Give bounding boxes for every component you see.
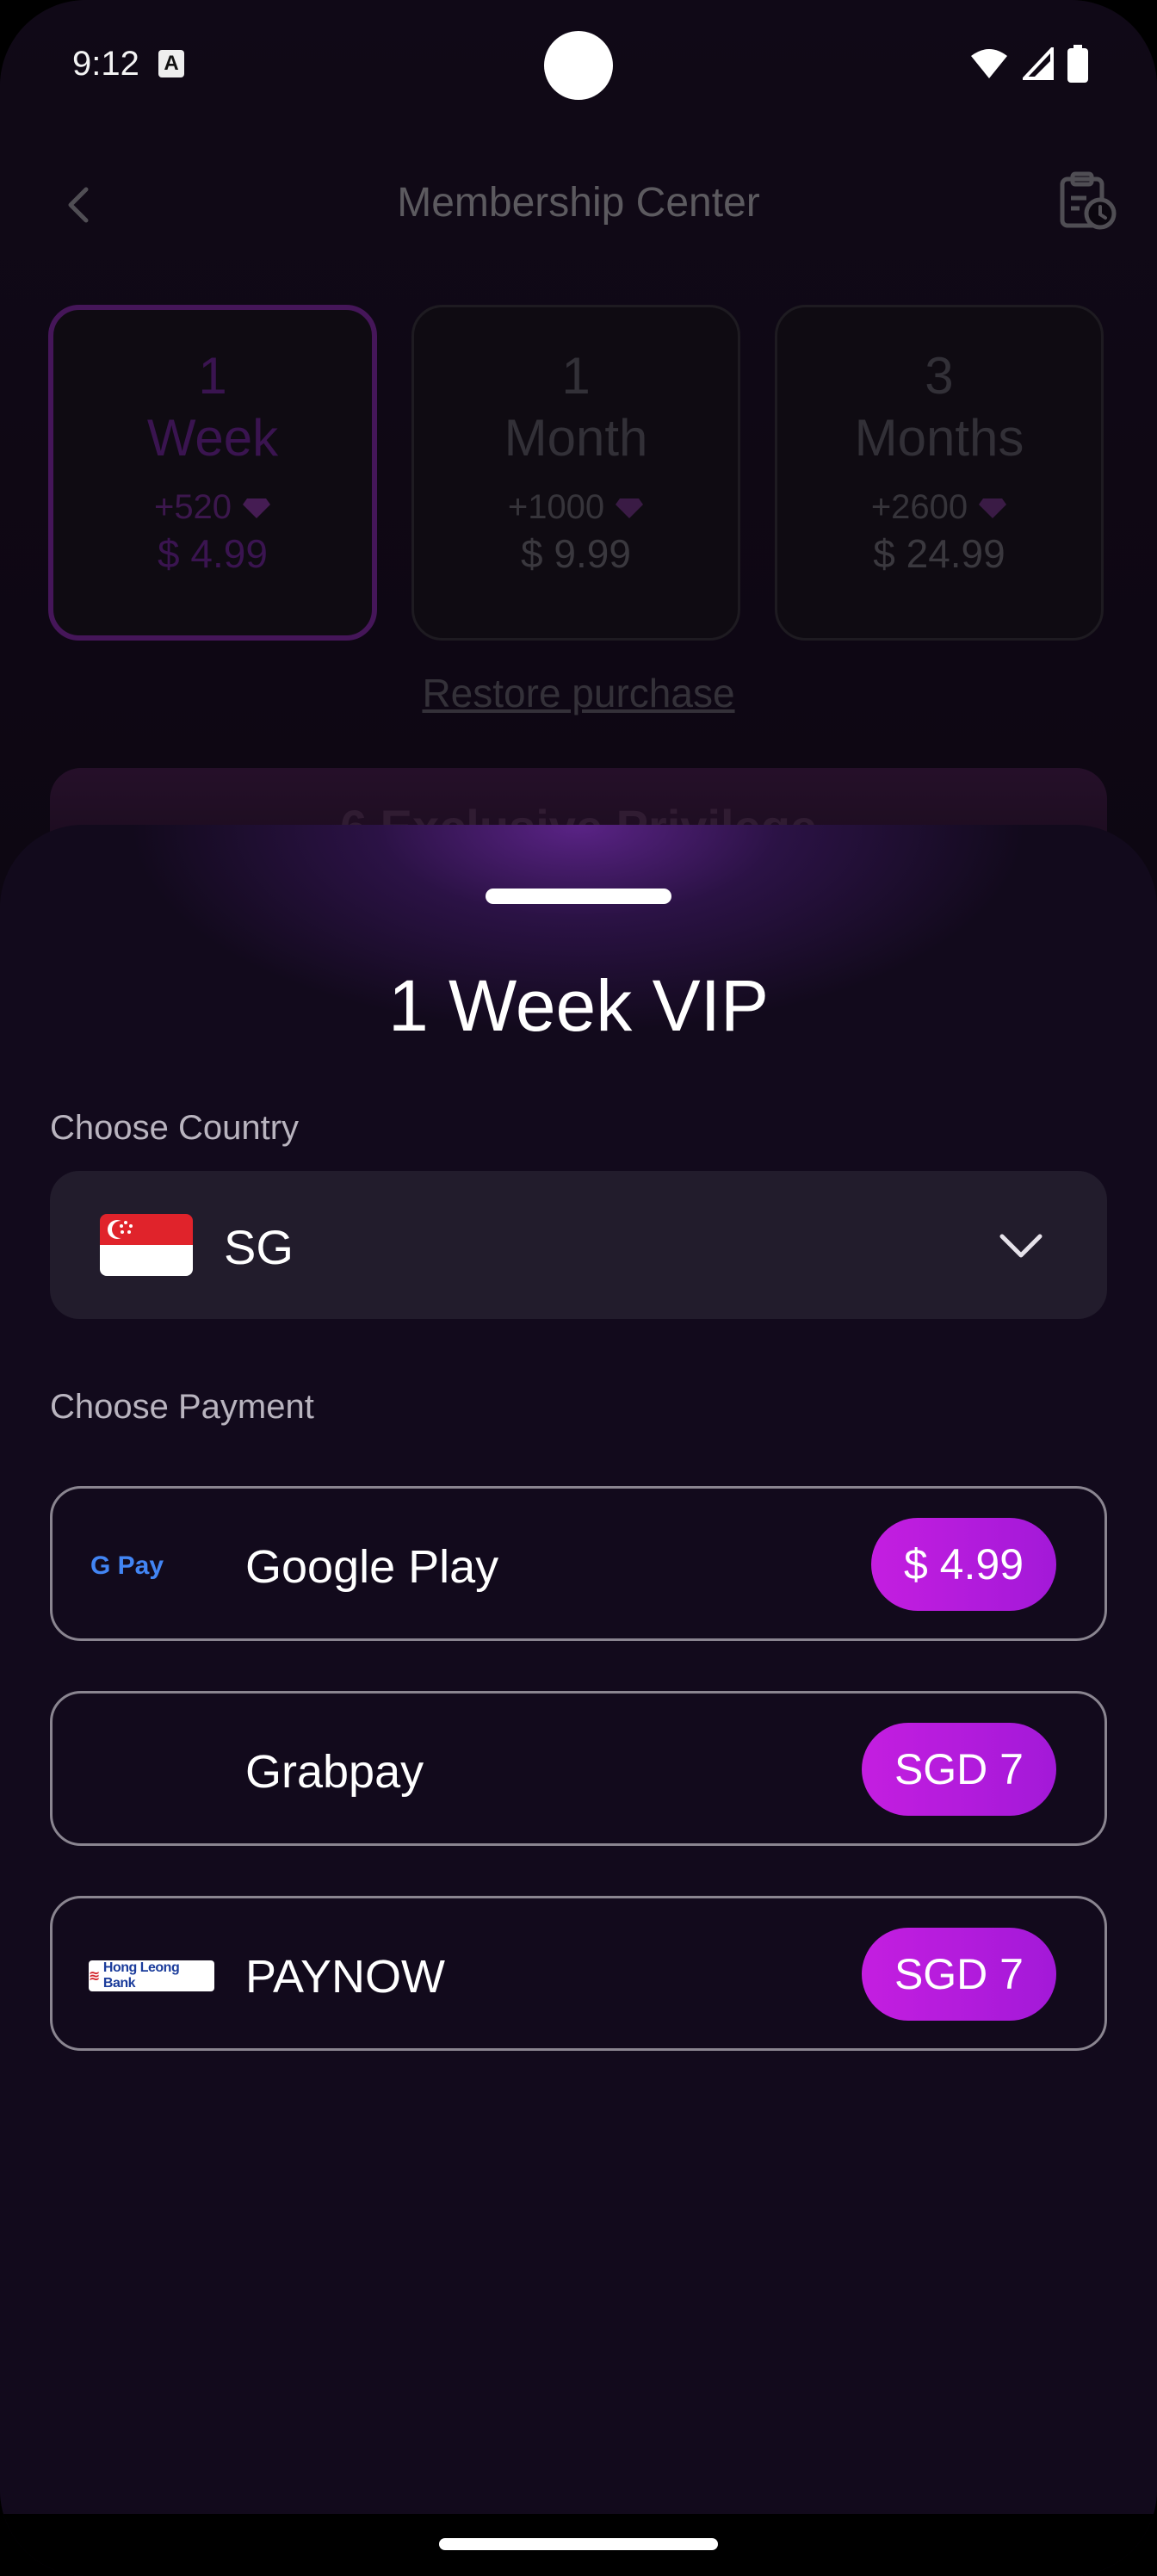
home-indicator[interactable] xyxy=(439,2538,718,2550)
payment-option-paynow[interactable]: ≋ Hong Leong Bank PAYNOW SGD 7 xyxy=(50,1896,1107,2051)
status-bar: 9:12 A xyxy=(0,0,1157,129)
status-time: 9:12 xyxy=(72,45,139,83)
singapore-flag-icon xyxy=(100,1214,193,1276)
hong-leong-bank-logo: ≋ Hong Leong Bank xyxy=(89,1957,214,1995)
payment-name: Google Play xyxy=(245,1541,499,1593)
sheet-drag-handle[interactable] xyxy=(486,889,671,904)
camera-cutout xyxy=(544,31,613,100)
chevron-down-icon xyxy=(999,1234,1043,1258)
payment-price-button[interactable]: SGD 7 xyxy=(861,1928,1056,2021)
payment-price-button[interactable]: SGD 7 xyxy=(861,1723,1056,1816)
wifi-icon xyxy=(971,49,1007,78)
payment-name: Grabpay xyxy=(245,1746,424,1798)
battery-icon xyxy=(1067,45,1088,83)
notification-icon: A xyxy=(158,50,184,77)
payment-name: PAYNOW xyxy=(245,1951,446,2003)
app-screen: 9:12 A Membership Center 1 Week +520 $ 4… xyxy=(0,0,1157,2576)
sheet-title: 1 Week VIP xyxy=(388,965,769,1046)
payment-bottom-sheet: 1 Week VIP Choose Country SG Choose Paym… xyxy=(0,825,1157,2576)
status-icons xyxy=(969,45,1088,83)
choose-payment-label: Choose Payment xyxy=(50,1388,314,1426)
payment-option-google-play[interactable]: G Pay Google Play $ 4.99 xyxy=(50,1486,1107,1641)
country-dropdown[interactable]: SG xyxy=(50,1171,1107,1319)
payment-price-button[interactable]: $ 4.99 xyxy=(870,1518,1056,1611)
google-pay-logo: G Pay xyxy=(90,1551,164,1580)
selected-country: SG xyxy=(224,1220,294,1274)
choose-country-label: Choose Country xyxy=(50,1109,300,1147)
signal-icon xyxy=(1023,47,1054,80)
payment-option-grabpay[interactable]: Grabpay SGD 7 xyxy=(50,1691,1107,1846)
